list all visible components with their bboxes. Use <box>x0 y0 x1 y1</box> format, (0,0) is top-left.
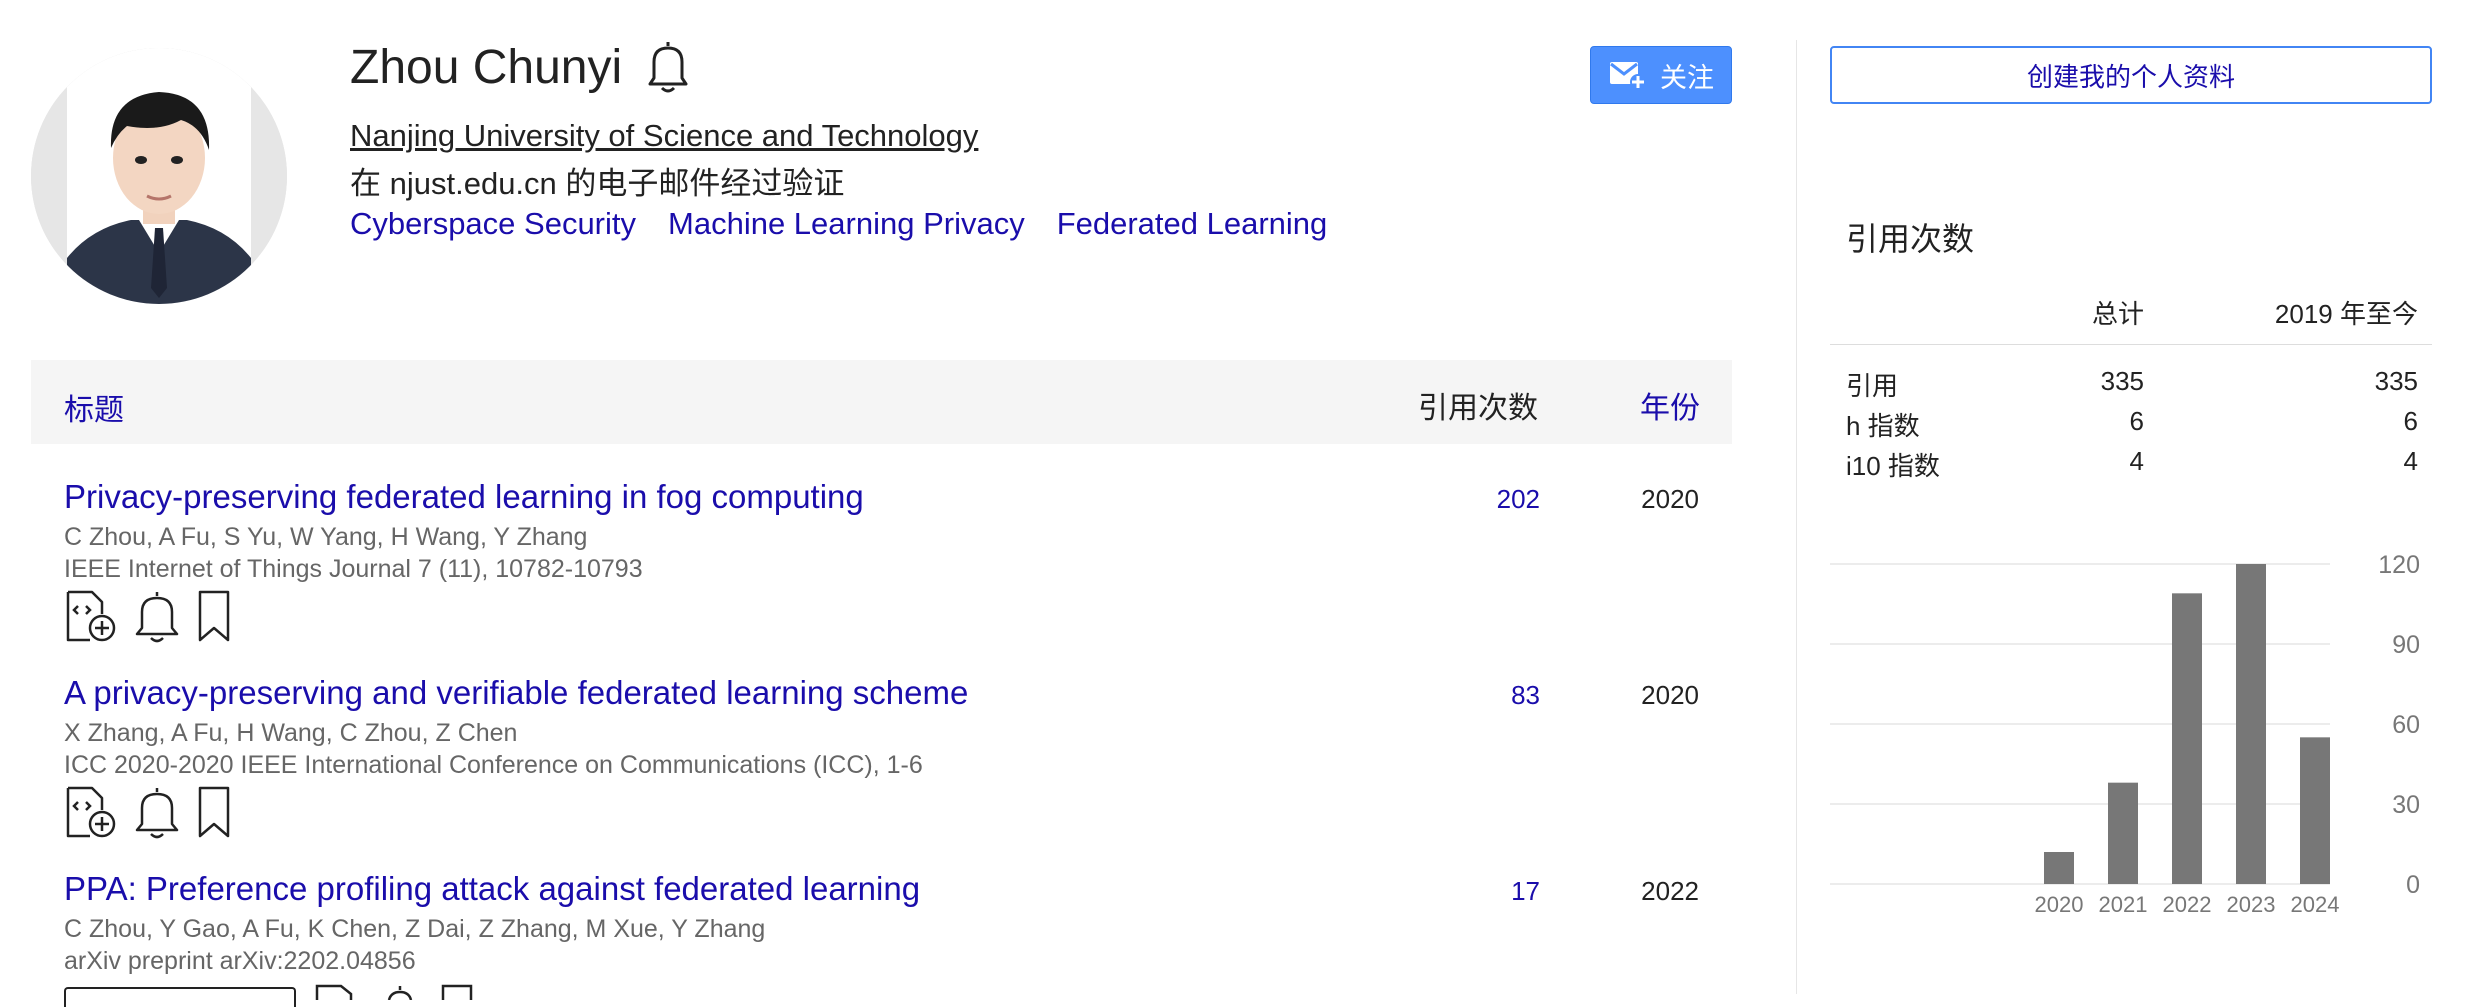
citations-row: h 指数 6 6 <box>1830 406 2432 446</box>
interest-link[interactable]: Machine Learning Privacy <box>668 206 1025 242</box>
col-since: 2019 年至今 <box>2274 299 2418 329</box>
table-row: Privacy-preserving federated learning in… <box>31 478 1732 658</box>
add-code-icon[interactable] <box>64 588 120 644</box>
paper-actions <box>64 784 234 840</box>
verified-email: 在 njust.edu.cn 的电子邮件经过验证 <box>350 166 845 201</box>
create-profile-button[interactable]: 创建我的个人资料 <box>1830 46 2432 104</box>
bell-icon[interactable] <box>132 784 182 840</box>
bar-2021[interactable] <box>2108 782 2138 884</box>
bar-2022[interactable] <box>2172 593 2202 884</box>
citations-table-header: 总计 2019 年至今 <box>1830 290 2432 345</box>
follow-button[interactable]: 关注 <box>1590 46 1732 104</box>
citations-bar-chart: 0 30 60 90 120 2020 2021 2022 2023 2024 <box>1830 551 2420 917</box>
add-code-icon[interactable] <box>313 980 363 1000</box>
bar-2024[interactable] <box>2300 737 2330 884</box>
paper-authors: X Zhang, A Fu, H Wang, C Zhou, Z Chen <box>64 719 518 747</box>
x-tick-label: 2023 <box>2227 892 2276 917</box>
metric-label: i10 指数 <box>1846 451 1940 481</box>
paper-title-link[interactable]: Privacy-preserving federated learning in… <box>64 478 864 516</box>
table-row: A privacy-preserving and verifiable fede… <box>31 674 1732 854</box>
bell-icon[interactable] <box>375 980 425 1000</box>
x-tick-label: 2021 <box>2099 892 2148 917</box>
bell-icon[interactable] <box>132 588 182 644</box>
metric-total: 6 <box>2129 406 2144 436</box>
paper-title-link[interactable]: PPA: Preference profiling attack against… <box>64 870 920 908</box>
profile-name-row: Zhou Chunyi <box>350 38 692 96</box>
research-interests: Cyberspace Security Machine Learning Pri… <box>350 206 1327 242</box>
paper-actions <box>64 588 234 644</box>
follow-label: 关注 <box>1660 62 1714 93</box>
x-tick-label: 2024 <box>2291 892 2340 917</box>
bell-icon[interactable] <box>644 38 692 96</box>
citations-row: 引用 335 335 <box>1830 366 2432 406</box>
sort-by-title-link[interactable]: 标题 <box>64 385 124 429</box>
interest-link[interactable]: Federated Learning <box>1057 206 1328 242</box>
y-tick-label: 120 <box>2378 551 2420 579</box>
metric-total: 4 <box>2129 446 2144 476</box>
bookmark-icon[interactable] <box>194 588 234 644</box>
x-tick-label: 2022 <box>2163 892 2212 917</box>
paper-venue: arXiv preprint arXiv:2202.04856 <box>64 947 416 975</box>
y-tick-label: 30 <box>2392 791 2420 819</box>
paper-year: 2022 <box>1641 876 1699 906</box>
cited-by-link[interactable]: 17 <box>1511 876 1540 907</box>
bar-2023[interactable] <box>2236 564 2266 884</box>
table-row: PPA: Preference profiling attack against… <box>31 870 1732 1007</box>
y-tick-label: 90 <box>2392 631 2420 659</box>
paper-year: 2020 <box>1641 680 1699 710</box>
cited-by-header: 引用次数 <box>1418 392 1538 425</box>
paper-authors: C Zhou, A Fu, S Yu, W Yang, H Wang, Y Zh… <box>64 523 588 551</box>
metric-since: 6 <box>2403 406 2418 436</box>
add-code-icon[interactable] <box>64 784 120 840</box>
y-tick-label: 60 <box>2392 711 2420 739</box>
metric-label: h 指数 <box>1846 411 1920 441</box>
paper-title-link[interactable]: A privacy-preserving and verifiable fede… <box>64 674 968 712</box>
bar-2020[interactable] <box>2044 852 2074 884</box>
paper-venue: IEEE Internet of Things Journal 7 (11), … <box>64 555 643 583</box>
paper-authors: C Zhou, Y Gao, A Fu, K Chen, Z Dai, Z Zh… <box>64 915 766 943</box>
metric-since: 4 <box>2403 446 2418 476</box>
cited-by-link[interactable]: 83 <box>1511 680 1540 711</box>
x-tick-label: 2020 <box>2035 892 2084 917</box>
metric-label: 引用 <box>1846 371 1899 401</box>
y-tick-label: 0 <box>2406 871 2420 899</box>
sort-by-year-link[interactable]: 年份 <box>1640 383 1700 427</box>
citations-row: i10 指数 4 4 <box>1830 446 2432 486</box>
metric-total: 335 <box>2100 366 2144 396</box>
citations-title: 引用次数 <box>1846 221 1975 257</box>
mail-plus-icon <box>1610 62 1646 90</box>
profile-avatar <box>31 48 287 304</box>
cited-by-link[interactable]: 202 <box>1497 484 1540 515</box>
affiliation-link[interactable]: Nanjing University of Science and Techno… <box>350 118 978 154</box>
interest-link[interactable]: Cyberspace Security <box>350 206 636 242</box>
paper-venue: ICC 2020-2020 IEEE International Confere… <box>64 751 923 779</box>
col-total: 总计 <box>2091 299 2144 329</box>
bookmark-icon[interactable] <box>437 980 477 1000</box>
related-button[interactable] <box>64 987 296 1007</box>
column-divider <box>1796 40 1797 994</box>
paper-year: 2020 <box>1641 484 1699 514</box>
bookmark-icon[interactable] <box>194 784 234 840</box>
metric-since: 335 <box>2374 366 2418 396</box>
paper-actions <box>313 980 477 1000</box>
profile-name: Zhou Chunyi <box>350 40 623 94</box>
